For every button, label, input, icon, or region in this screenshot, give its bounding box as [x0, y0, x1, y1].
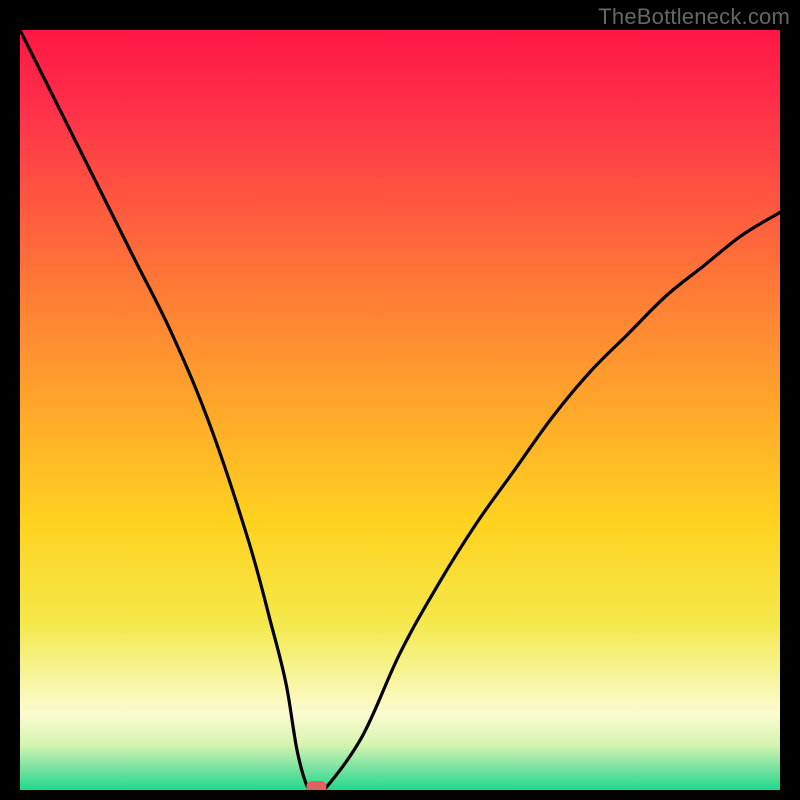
- optimum-marker: [306, 781, 326, 790]
- plot-background: [20, 30, 780, 790]
- chart-frame: TheBottleneck.com: [0, 0, 800, 800]
- bottleneck-plot: [20, 30, 780, 790]
- watermark-text: TheBottleneck.com: [598, 4, 790, 30]
